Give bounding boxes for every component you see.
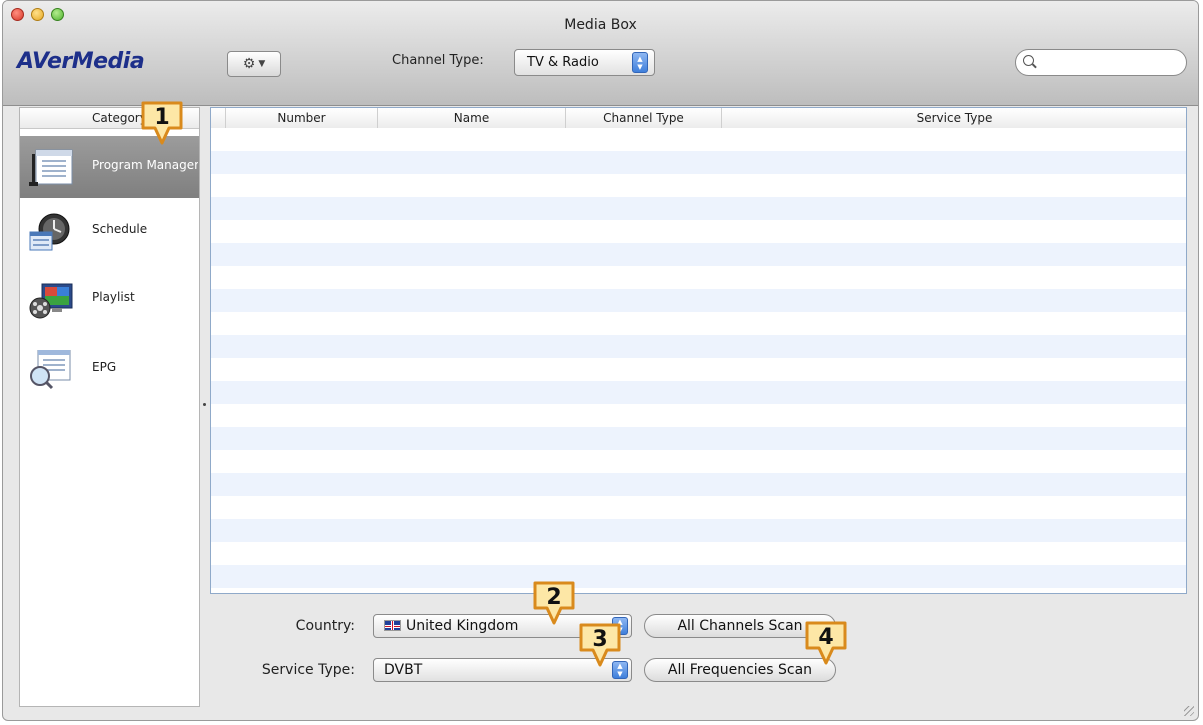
service-type-label: Service Type: xyxy=(261,662,355,678)
gear-icon: ⚙ xyxy=(242,56,256,72)
sidebar-item-epg[interactable]: EPG xyxy=(20,338,199,400)
sidebar-item-label: EPG xyxy=(92,360,117,374)
column-header-channel-type[interactable]: Channel Type xyxy=(565,108,721,128)
sidebar-item-schedule[interactable]: Schedule xyxy=(20,200,199,262)
sidebar-item-label: Program Manager xyxy=(92,158,198,172)
sidebar-item-playlist[interactable]: Playlist xyxy=(20,268,199,330)
service-type-value: DVBT xyxy=(384,662,423,678)
toolbar: Media Box AVerMedia ⚙ ▼ Channel Type: TV … xyxy=(3,1,1198,106)
playlist-icon xyxy=(29,283,73,319)
channel-type-select[interactable]: TV & Radio ▲ ▼ xyxy=(514,49,655,76)
search-field[interactable] xyxy=(1015,49,1187,76)
epg-icon xyxy=(30,350,71,390)
callout-4: 4 xyxy=(804,620,848,666)
resize-grip[interactable] xyxy=(1184,706,1194,716)
sidebar-item-label: Playlist xyxy=(92,290,135,304)
column-header-name[interactable]: Name xyxy=(377,108,565,128)
uk-flag-icon xyxy=(384,620,401,631)
callout-2: 2 xyxy=(532,580,576,626)
channel-type-value: TV & Radio xyxy=(527,55,599,70)
sidebar-item-label: Schedule xyxy=(92,222,148,236)
schedule-icon xyxy=(29,213,70,251)
column-header-service-type[interactable]: Service Type xyxy=(721,108,1186,128)
channel-table: Number Name Channel Type Service Type xyxy=(210,107,1187,594)
action-menu-button[interactable]: ⚙ ▼ xyxy=(227,51,281,77)
program-manager-icon xyxy=(29,149,73,186)
table-body[interactable] xyxy=(211,128,1186,593)
callout-1: 1 xyxy=(140,100,184,146)
window-title: Media Box xyxy=(564,17,637,33)
search-input[interactable] xyxy=(1040,53,1182,74)
country-label: Country: xyxy=(295,618,355,634)
channel-type-label: Channel Type: xyxy=(392,53,484,68)
callout-3: 3 xyxy=(578,622,622,668)
country-value: United Kingdom xyxy=(406,618,519,634)
search-icon xyxy=(1023,55,1034,66)
table-header: Number Name Channel Type Service Type xyxy=(211,108,1186,129)
splitter-handle[interactable] xyxy=(203,403,206,406)
column-header-number[interactable]: Number xyxy=(225,108,377,128)
chevron-down-icon: ▼ xyxy=(258,59,266,69)
category-sidebar: Category Program Manager Schedule Playli… xyxy=(19,107,200,707)
select-arrows-icon: ▲▼ xyxy=(632,52,648,73)
avermedia-logo: AVerMedia xyxy=(17,49,145,74)
